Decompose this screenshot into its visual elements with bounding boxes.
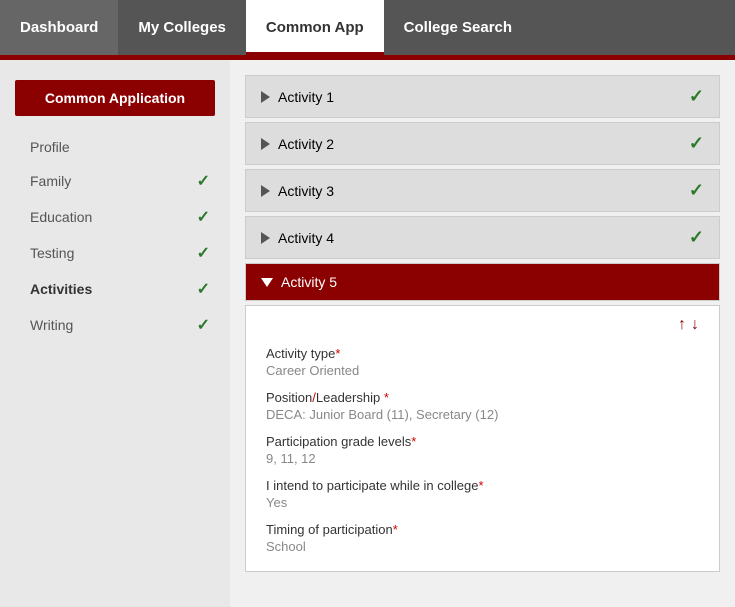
position-text: Position [266, 390, 312, 405]
activity-4-check: ✓ [689, 227, 704, 248]
sidebar-item-activities[interactable]: Activities ✓ [0, 271, 230, 307]
sidebar-item-education[interactable]: Education ✓ [0, 199, 230, 235]
intend-participate-required: * [478, 478, 483, 493]
tab-college-search[interactable]: College Search [384, 0, 532, 55]
participation-grade-label-text: Participation grade levels [266, 434, 411, 449]
activity-row-3[interactable]: Activity 3 ✓ [245, 169, 720, 212]
activity-type-label-text: Activity type [266, 346, 335, 361]
main-content: Common Application Profile Family ✓ Educ… [0, 60, 735, 607]
activity-3-check: ✓ [689, 180, 704, 201]
position-leadership-value: DECA: Junior Board (11), Secretary (12) [266, 407, 699, 422]
family-check-icon: ✓ [197, 171, 210, 191]
intend-participate-label-text: I intend to participate while in college [266, 478, 478, 493]
sidebar-item-family[interactable]: Family ✓ [0, 163, 230, 199]
activity-type-value: Career Oriented [266, 363, 699, 378]
timing-required: * [393, 522, 398, 537]
triangle-right-icon-4 [261, 232, 270, 244]
activity-row-2[interactable]: Activity 2 ✓ [245, 122, 720, 165]
sidebar-label-testing: Testing [30, 245, 74, 261]
sidebar-item-writing[interactable]: Writing ✓ [0, 307, 230, 343]
sort-down-button[interactable]: ↓ [691, 316, 699, 334]
triangle-right-icon-1 [261, 91, 270, 103]
activity-5-panel: ↑ ↓ Activity type* Career Oriented Posit… [245, 305, 720, 572]
activity-3-label: Activity 3 [278, 183, 334, 199]
timing-value: School [266, 539, 699, 554]
activity-row-1[interactable]: Activity 1 ✓ [245, 75, 720, 118]
intend-participate-label: I intend to participate while in college… [266, 478, 699, 493]
participation-grade-label: Participation grade levels* [266, 434, 699, 449]
sidebar-label-writing: Writing [30, 317, 73, 333]
sidebar-label-family: Family [30, 173, 71, 189]
sort-up-button[interactable]: ↑ [678, 316, 686, 334]
participation-grade-required: * [411, 434, 416, 449]
content-area: Activity 1 ✓ Activity 2 ✓ Activity 3 ✓ A… [230, 60, 735, 607]
position-required: * [384, 390, 389, 405]
sidebar-item-profile[interactable]: Profile [0, 131, 230, 163]
sidebar-label-profile: Profile [30, 139, 70, 155]
timing-label: Timing of participation* [266, 522, 699, 537]
activity-type-label: Activity type* [266, 346, 699, 361]
timing-label-text: Timing of participation [266, 522, 393, 537]
sidebar-header: Common Application [15, 80, 215, 116]
activity-4-label: Activity 4 [278, 230, 334, 246]
sidebar-label-activities: Activities [30, 281, 92, 297]
activities-check-icon: ✓ [197, 279, 210, 299]
activity-2-check: ✓ [689, 133, 704, 154]
participation-grade-value: 9, 11, 12 [266, 451, 699, 466]
activity-row-4[interactable]: Activity 4 ✓ [245, 216, 720, 259]
sidebar-item-testing[interactable]: Testing ✓ [0, 235, 230, 271]
tab-common-app[interactable]: Common App [246, 0, 384, 55]
activity-5-label: Activity 5 [281, 274, 337, 290]
triangle-right-icon-3 [261, 185, 270, 197]
testing-check-icon: ✓ [197, 243, 210, 263]
sidebar: Common Application Profile Family ✓ Educ… [0, 60, 230, 607]
sidebar-label-education: Education [30, 209, 92, 225]
activity-1-check: ✓ [689, 86, 704, 107]
writing-check-icon: ✓ [197, 315, 210, 335]
activity-row-5[interactable]: Activity 5 [245, 263, 720, 301]
intend-participate-value: Yes [266, 495, 699, 510]
tab-dashboard[interactable]: Dashboard [0, 0, 118, 55]
position-leadership-label: Position/Leadership * [266, 390, 699, 405]
activity-2-label: Activity 2 [278, 136, 334, 152]
education-check-icon: ✓ [197, 207, 210, 227]
activity-type-required: * [335, 346, 340, 361]
leadership-text: Leadership [316, 390, 380, 405]
triangle-down-icon-5 [261, 278, 273, 287]
activity-1-label: Activity 1 [278, 89, 334, 105]
tab-my-colleges[interactable]: My Colleges [118, 0, 246, 55]
triangle-right-icon-2 [261, 138, 270, 150]
top-nav: Dashboard My Colleges Common App College… [0, 0, 735, 55]
sort-arrows: ↑ ↓ [266, 316, 699, 334]
